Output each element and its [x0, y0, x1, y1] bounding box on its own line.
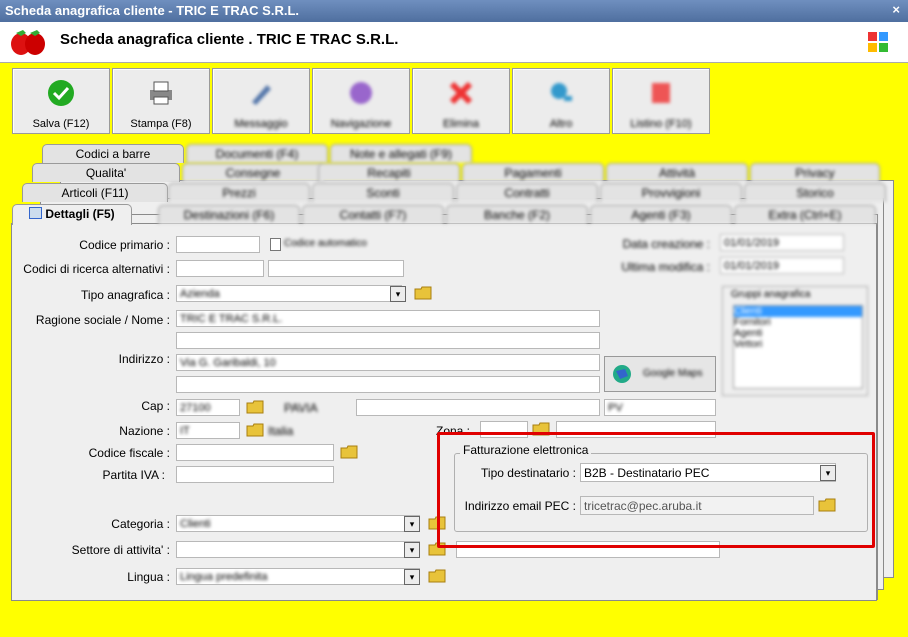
- folder-icon[interactable]: [414, 285, 432, 301]
- ultima-modifica-field: 01/01/2019: [720, 257, 844, 274]
- tab-row3-4[interactable]: Contratti: [456, 183, 598, 202]
- tipo-anagrafica-select[interactable]: Azienda: [176, 285, 402, 302]
- gruppi-box: Gruppi anagrafica Clienti Fornitori Agen…: [722, 286, 868, 396]
- label-lingua: Lingua :: [127, 570, 170, 584]
- ragione-sociale-field[interactable]: TRIC E TRAC S.R.L.: [176, 310, 600, 327]
- partita-iva-field[interactable]: [176, 466, 334, 483]
- tab-dettagli[interactable]: Dettagli (F5): [12, 204, 132, 225]
- tab-row4-2[interactable]: Destinazioni (F6): [158, 205, 300, 224]
- save-button[interactable]: Salva (F12): [12, 68, 110, 134]
- citta-field[interactable]: [356, 399, 600, 416]
- tab-row3-5[interactable]: Provvigioni: [600, 183, 742, 202]
- chevron-down-icon[interactable]: ▾: [404, 516, 420, 532]
- label-codice-fiscale: Codice fiscale :: [88, 446, 170, 460]
- tab-row2-3[interactable]: Recapiti: [318, 163, 460, 182]
- ragione-sociale-field-2[interactable]: [176, 332, 600, 349]
- indirizzo-field[interactable]: Via G. Garibaldi, 10: [176, 354, 600, 371]
- label-indirizzo: Indirizzo :: [118, 352, 170, 366]
- window-title-bar: Scheda anagrafica cliente - TRIC E TRAC …: [0, 0, 908, 22]
- tab-note[interactable]: Note e allegati (F9): [330, 144, 472, 163]
- tab-row3-6[interactable]: Storico: [744, 183, 886, 202]
- tab-row4-5[interactable]: Agenti (F3): [590, 205, 732, 224]
- tab-row2-6[interactable]: Privacy: [750, 163, 880, 182]
- label-ultima-modifica: Ultima modifica :: [621, 260, 710, 274]
- label-categoria: Categoria :: [111, 517, 170, 531]
- tab-row2-2[interactable]: Consegne: [182, 163, 324, 182]
- codici-alternativi-field[interactable]: [176, 260, 264, 277]
- folder-icon[interactable]: [246, 422, 264, 438]
- apps-icon[interactable]: [866, 30, 890, 54]
- other-button[interactable]: Altro: [512, 68, 610, 134]
- tab-documenti[interactable]: Documenti (F4): [186, 144, 328, 163]
- label-settore: Settore di attivita' :: [71, 543, 170, 557]
- chevron-down-icon[interactable]: ▾: [390, 286, 406, 302]
- list-icon: [652, 83, 670, 103]
- pen-icon: [252, 85, 271, 105]
- navigation-button[interactable]: Navigazione: [312, 68, 410, 134]
- globe-icon: [350, 82, 372, 104]
- tab-qualita[interactable]: Qualita': [32, 163, 180, 182]
- gruppi-list[interactable]: Clienti Fornitori Agenti Vettori: [733, 305, 863, 389]
- message-button[interactable]: Messaggio: [212, 68, 310, 134]
- data-creazione-field: 01/01/2019: [720, 234, 844, 251]
- tab-row3-3[interactable]: Sconti: [312, 183, 454, 202]
- gruppi-title: Gruppi anagrafica: [731, 289, 811, 300]
- map-globe-icon: [613, 365, 631, 383]
- chevron-down-icon[interactable]: ▾: [404, 569, 420, 585]
- tab-row2-4[interactable]: Pagamenti: [462, 163, 604, 182]
- chevron-down-icon[interactable]: ▾: [404, 542, 420, 558]
- label-codici-alternativi: Codici di ricerca alternativi :: [23, 262, 170, 276]
- label-partita-iva: Partita IVA :: [102, 468, 165, 482]
- label-tipo-anagrafica: Tipo anagrafica :: [81, 288, 170, 302]
- header: Scheda anagrafica cliente . TRIC E TRAC …: [0, 22, 908, 63]
- delete-icon: [449, 81, 473, 105]
- print-button[interactable]: Stampa (F8): [112, 68, 210, 134]
- categoria-select[interactable]: Clienti: [176, 515, 420, 532]
- tab-row4-6[interactable]: Extra (Ctrl+E): [734, 205, 876, 224]
- label-ragione-sociale: Ragione sociale / Nome :: [35, 313, 170, 327]
- list-item[interactable]: Vettori: [734, 339, 862, 350]
- checkmark-icon: [48, 80, 74, 106]
- list-item[interactable]: Clienti: [734, 306, 862, 317]
- delete-button[interactable]: Elimina: [412, 68, 510, 134]
- folder-icon[interactable]: [340, 444, 358, 460]
- codice-fiscale-field[interactable]: [176, 444, 334, 461]
- tab-row2-5[interactable]: Attività: [606, 163, 748, 182]
- close-icon[interactable]: ×: [892, 2, 900, 17]
- customer-name-header: Scheda anagrafica cliente . TRIC E TRAC …: [60, 31, 399, 48]
- settore-select[interactable]: [176, 541, 420, 558]
- label-codice-primario: Codice primario :: [79, 238, 170, 252]
- cap-field[interactable]: 27100: [176, 399, 240, 416]
- tab-row4-3[interactable]: Contatti (F7): [302, 205, 444, 224]
- folder-icon[interactable]: [246, 399, 264, 415]
- automatic-code-checkbox[interactable]: [270, 238, 281, 251]
- window-icon: [29, 207, 43, 219]
- search-icon: [551, 83, 572, 101]
- nazione-field[interactable]: IT: [176, 422, 240, 439]
- google-maps-button[interactable]: Google Maps: [604, 356, 716, 392]
- window-title: Scheda anagrafica cliente - TRIC E TRAC …: [5, 3, 300, 18]
- codice-primario-field[interactable]: [176, 236, 260, 253]
- indirizzo-field-2[interactable]: [176, 376, 600, 393]
- folder-icon[interactable]: [428, 568, 446, 584]
- strawberry-icon: [11, 30, 45, 55]
- label-nazione: Nazione :: [119, 424, 170, 438]
- tab-articoli[interactable]: Articoli (F11): [22, 183, 168, 202]
- codici-alternativi-field-2[interactable]: [268, 260, 404, 277]
- printer-icon: [150, 81, 172, 105]
- tab-row3-2[interactable]: Prezzi: [168, 183, 310, 202]
- list-item[interactable]: Fornitori: [734, 317, 862, 328]
- list-item[interactable]: Agenti: [734, 328, 862, 339]
- price-list-button[interactable]: Listino (F10): [612, 68, 710, 134]
- lingua-select[interactable]: Lingua predefinita: [176, 568, 420, 585]
- tab-codici-barre[interactable]: Codici a barre: [42, 144, 184, 163]
- tab-row4-4[interactable]: Banche (F2): [446, 205, 588, 224]
- label-cap: Cap :: [141, 399, 170, 413]
- label-data-creazione: Data creazione :: [622, 237, 710, 251]
- provincia-field[interactable]: PV: [604, 399, 716, 416]
- highlight-box: [437, 432, 875, 548]
